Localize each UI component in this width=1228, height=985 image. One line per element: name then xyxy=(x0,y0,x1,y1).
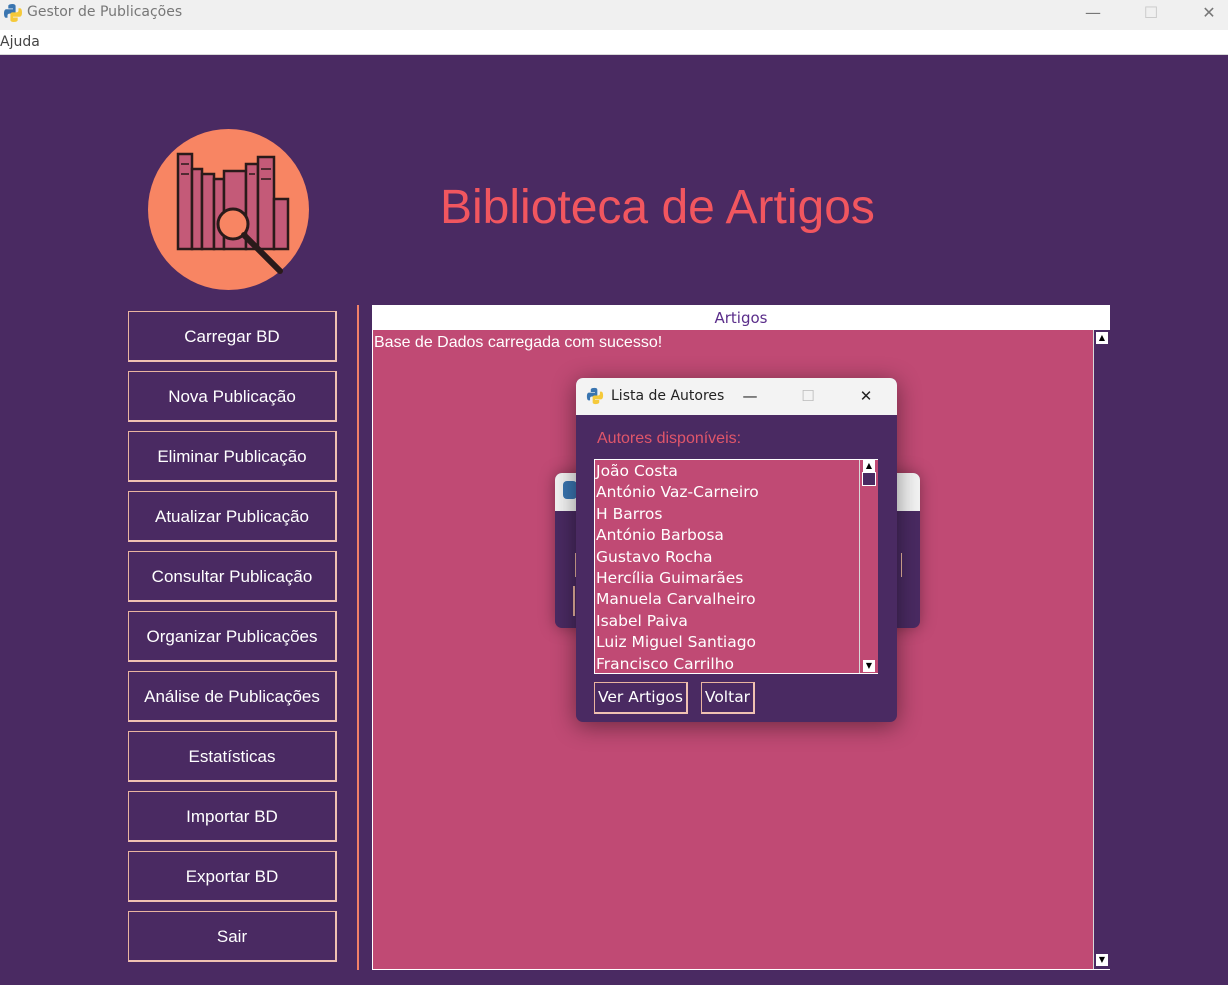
scroll-down-icon[interactable]: ▼ xyxy=(1096,954,1108,966)
authors-listbox[interactable]: João Costa António Vaz-Carneiro H Barros… xyxy=(594,459,878,674)
authors-label: Autores disponíveis: xyxy=(597,430,742,447)
page-title: Biblioteca de Artigos xyxy=(440,181,875,234)
author-item[interactable]: Manuela Carvalheiro xyxy=(596,589,858,610)
organize-publications-button[interactable]: Organizar Publicações xyxy=(128,611,337,662)
python-icon xyxy=(4,4,22,22)
authors-dialog: Lista de Autores — ☐ ✕ Autores disponíve… xyxy=(576,378,897,722)
author-item[interactable]: Francisco Carrilho xyxy=(596,654,858,675)
button-edge xyxy=(573,586,575,616)
vertical-separator xyxy=(357,305,359,970)
author-item[interactable]: Hercília Guimarães xyxy=(596,568,858,589)
dialog-minimize-button[interactable]: — xyxy=(721,378,779,415)
logo xyxy=(148,129,309,290)
scroll-down-icon[interactable]: ▼ xyxy=(863,660,875,672)
analyze-publications-button[interactable]: Análise de Publicações xyxy=(128,671,337,722)
python-icon xyxy=(586,387,604,405)
scroll-up-icon[interactable]: ▲ xyxy=(1096,332,1108,344)
delete-publication-button[interactable]: Eliminar Publicação xyxy=(128,431,337,482)
articles-scrollbar[interactable]: ▲ ▼ xyxy=(1093,330,1110,969)
python-icon xyxy=(563,481,577,499)
dialog-close-button[interactable]: ✕ xyxy=(837,378,895,415)
query-publication-button[interactable]: Consultar Publicação xyxy=(128,551,337,602)
window-title: Gestor de Publicações xyxy=(27,4,183,20)
update-publication-button[interactable]: Atualizar Publicação xyxy=(128,491,337,542)
export-db-button[interactable]: Exportar BD xyxy=(128,851,337,902)
authors-dialog-titlebar: Lista de Autores — ☐ ✕ xyxy=(576,378,897,415)
author-item[interactable]: João Costa xyxy=(596,461,858,482)
author-item[interactable]: Luiz Miguel Santiago xyxy=(596,632,858,653)
menu-ajuda[interactable]: Ajuda xyxy=(0,34,40,50)
import-db-button[interactable]: Importar BD xyxy=(128,791,337,842)
dialog-maximize-button[interactable]: ☐ xyxy=(779,378,837,415)
author-item[interactable]: António Vaz-Carneiro xyxy=(596,482,858,503)
load-db-button[interactable]: Carregar BD xyxy=(128,311,337,362)
back-button[interactable]: Voltar xyxy=(701,682,755,714)
scroll-up-icon[interactable]: ▲ xyxy=(863,460,875,472)
articles-panel-header: Artigos xyxy=(373,306,1109,330)
author-item[interactable]: António Barbosa xyxy=(596,525,858,546)
input-edge xyxy=(897,553,902,577)
status-message: Base de Dados carregada com sucesso! xyxy=(374,334,663,351)
new-publication-button[interactable]: Nova Publicação xyxy=(128,371,337,422)
maximize-button[interactable]: ☐ xyxy=(1122,0,1180,30)
exit-button[interactable]: Sair xyxy=(128,911,337,962)
close-button[interactable]: ✕ xyxy=(1180,0,1228,30)
author-item[interactable]: H Barros xyxy=(596,504,858,525)
menubar: Ajuda xyxy=(0,30,1228,55)
view-articles-button[interactable]: Ver Artigos xyxy=(594,682,688,714)
window-titlebar: Gestor de Publicações — ☐ ✕ xyxy=(0,0,1228,30)
statistics-button[interactable]: Estatísticas xyxy=(128,731,337,782)
author-item[interactable]: Gustavo Rocha xyxy=(596,547,858,568)
author-item[interactable]: Isabel Paiva xyxy=(596,611,858,632)
authors-scrollbar[interactable]: ▲ ▼ xyxy=(859,460,878,673)
books-magnifier-icon xyxy=(176,152,290,274)
scroll-thumb[interactable] xyxy=(862,472,876,486)
authors-dialog-title: Lista de Autores xyxy=(611,388,725,404)
minimize-button[interactable]: — xyxy=(1064,0,1122,30)
